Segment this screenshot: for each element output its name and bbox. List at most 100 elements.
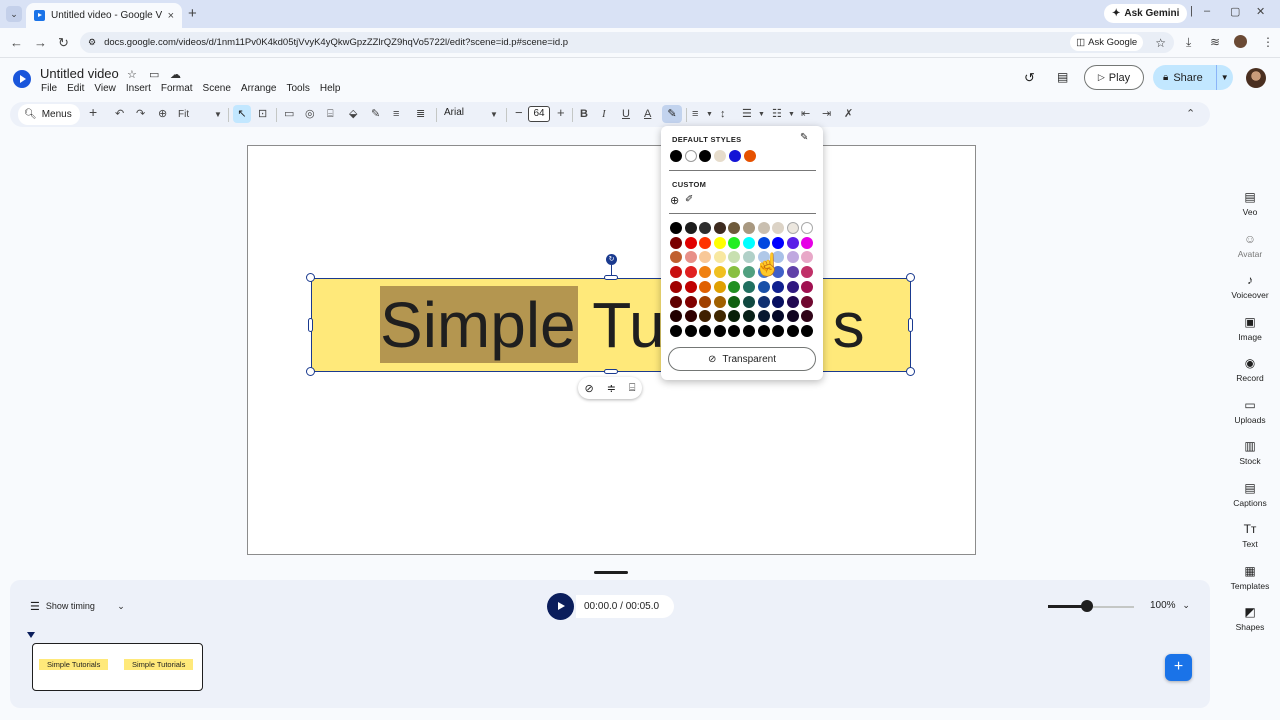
text-content-tail[interactable]: s — [833, 289, 865, 361]
select-tool-icon[interactable]: ↖ — [233, 105, 251, 123]
menu-edit[interactable]: Edit — [67, 83, 84, 94]
user-avatar[interactable] — [1246, 68, 1266, 88]
panel-resize-handle[interactable] — [594, 571, 628, 574]
clear-formatting-icon[interactable]: ✗ — [844, 107, 853, 122]
increase-indent-icon[interactable]: ⇥ — [822, 107, 831, 122]
color-swatch[interactable] — [801, 236, 814, 249]
resize-handle-top[interactable] — [604, 275, 618, 280]
download-icon[interactable]: ⤓ — [1186, 35, 1191, 50]
increase-font-size-icon[interactable]: + — [557, 105, 565, 120]
rail-item-captions[interactable]: ▤ Captions — [1222, 481, 1278, 508]
align-icon[interactable]: ≡ — [692, 107, 698, 122]
color-swatch[interactable] — [670, 280, 682, 293]
color-swatch[interactable] — [757, 295, 770, 308]
numbers-dropdown-icon[interactable]: ▼ — [788, 107, 795, 122]
color-swatch[interactable] — [684, 222, 697, 234]
tab-close-icon[interactable]: × — [168, 10, 174, 22]
color-swatch[interactable] — [757, 236, 770, 249]
color-swatch[interactable] — [772, 295, 785, 308]
border-color-icon[interactable]: ✎ — [371, 107, 380, 122]
bullets-dropdown-icon[interactable]: ▼ — [758, 107, 765, 122]
browser-menu-icon[interactable]: ⋮ — [1262, 35, 1274, 49]
font-size-input[interactable]: 64 — [528, 106, 550, 122]
browser-tab[interactable]: Untitled video - Google Vids × — [26, 3, 182, 28]
insert-image-icon[interactable]: ▭ — [284, 107, 294, 122]
color-swatch[interactable] — [713, 222, 726, 234]
color-theme-icon[interactable]: ◎ — [305, 107, 315, 122]
side-panel-icon[interactable]: | — [1190, 5, 1193, 17]
rail-item-uploads[interactable]: ▭ Uploads — [1222, 398, 1278, 425]
rail-item-stock[interactable]: ▥ Stock — [1222, 439, 1278, 466]
paint-format-icon[interactable]: ⌸ — [327, 107, 334, 122]
default-style-swatch[interactable] — [670, 150, 682, 162]
menu-tools[interactable]: Tools — [286, 83, 309, 94]
resize-handle-left[interactable] — [308, 318, 313, 332]
menu-arrange[interactable]: Arrange — [241, 83, 277, 94]
color-swatch[interactable] — [743, 222, 755, 234]
share-dropdown-icon[interactable]: ▼ — [1215, 65, 1229, 90]
format-painter-icon[interactable]: ⌸ — [629, 382, 636, 395]
decrease-indent-icon[interactable]: ⇤ — [801, 107, 810, 122]
url-text[interactable]: docs.google.com/videos/d/1nm11Pv0K4kd05t… — [104, 37, 1062, 48]
ask-gemini-button[interactable]: ✦ Ask Gemini — [1104, 4, 1188, 23]
rail-item-text[interactable]: Tт Text — [1222, 522, 1278, 549]
color-swatch[interactable] — [684, 310, 697, 323]
minimize-icon[interactable]: – — [1204, 5, 1210, 17]
default-style-swatch[interactable] — [728, 150, 741, 162]
color-swatch[interactable] — [786, 266, 799, 279]
zoom-select[interactable]: Fit — [178, 107, 189, 122]
color-swatch[interactable] — [713, 266, 726, 279]
playhead-marker[interactable] — [27, 632, 35, 638]
text-box-icon[interactable]: ⊡ — [258, 107, 267, 122]
site-info-icon[interactable]: ⚙ — [88, 37, 96, 48]
color-swatch[interactable] — [772, 236, 785, 249]
search-menus-button[interactable]: 🔍︎ Menus — [18, 104, 80, 125]
timeline-play-button[interactable] — [547, 593, 574, 620]
color-swatch[interactable] — [743, 324, 755, 337]
bulleted-list-icon[interactable]: ☰ — [742, 107, 752, 122]
decrease-font-size-icon[interactable]: − — [515, 105, 523, 120]
show-timing-dropdown-icon[interactable]: ⌄ — [112, 596, 130, 616]
color-swatch[interactable] — [801, 295, 814, 308]
play-button[interactable]: ▷ Play — [1084, 65, 1144, 90]
color-swatch[interactable] — [728, 295, 741, 308]
add-icon[interactable]: + — [89, 105, 97, 120]
align-dropdown-icon[interactable]: ▼ — [706, 107, 713, 122]
rail-item-voiceover[interactable]: ♪ Voiceover — [1222, 273, 1278, 300]
forward-icon[interactable]: → — [34, 35, 47, 50]
color-swatch[interactable] — [684, 266, 697, 279]
color-swatch[interactable] — [684, 324, 697, 337]
share-button[interactable]: 🔒︎ Share ▼ — [1153, 65, 1233, 90]
color-swatch[interactable] — [786, 324, 799, 337]
ask-google-button[interactable]: ◫ Ask Google — [1070, 34, 1144, 51]
show-timing-button[interactable]: ☰ Show timing — [30, 596, 95, 616]
color-swatch[interactable] — [757, 222, 770, 234]
resize-handle-right[interactable] — [908, 318, 913, 332]
zoom-dropdown-icon[interactable]: ⌄ — [1182, 600, 1190, 610]
fill-color-icon[interactable]: ⬙ — [349, 107, 357, 122]
menu-insert[interactable]: Insert — [126, 83, 151, 94]
move-folder-icon[interactable]: ▭ — [149, 68, 159, 81]
comments-icon[interactable]: ▤ — [1057, 70, 1068, 84]
default-style-swatch[interactable] — [743, 150, 756, 162]
default-style-swatch[interactable] — [714, 150, 727, 162]
bookmark-star-icon[interactable]: ☆ — [1155, 36, 1166, 50]
zoom-percentage[interactable]: 100% ⌄ — [1150, 600, 1190, 611]
color-swatch[interactable] — [728, 236, 741, 249]
extensions-icon[interactable]: ≋ — [1210, 35, 1220, 49]
zoom-slider-knob[interactable] — [1080, 600, 1093, 612]
default-style-swatch[interactable] — [684, 150, 697, 162]
rotate-handle-icon[interactable]: ↻ — [606, 254, 617, 265]
document-title[interactable]: Untitled video — [40, 66, 119, 81]
color-swatch[interactable] — [713, 280, 726, 293]
menu-scene[interactable]: Scene — [203, 83, 231, 94]
back-icon[interactable]: ← — [10, 35, 23, 50]
color-swatch[interactable] — [713, 310, 726, 323]
numbered-list-icon[interactable]: ☷ — [772, 107, 782, 122]
add-scene-button[interactable]: + — [1165, 654, 1192, 681]
color-swatch[interactable] — [757, 310, 770, 323]
color-swatch[interactable] — [713, 295, 726, 308]
close-window-icon[interactable]: ✕ — [1256, 5, 1265, 18]
new-tab-icon[interactable]: + — [188, 5, 197, 22]
color-swatch[interactable] — [699, 236, 712, 249]
